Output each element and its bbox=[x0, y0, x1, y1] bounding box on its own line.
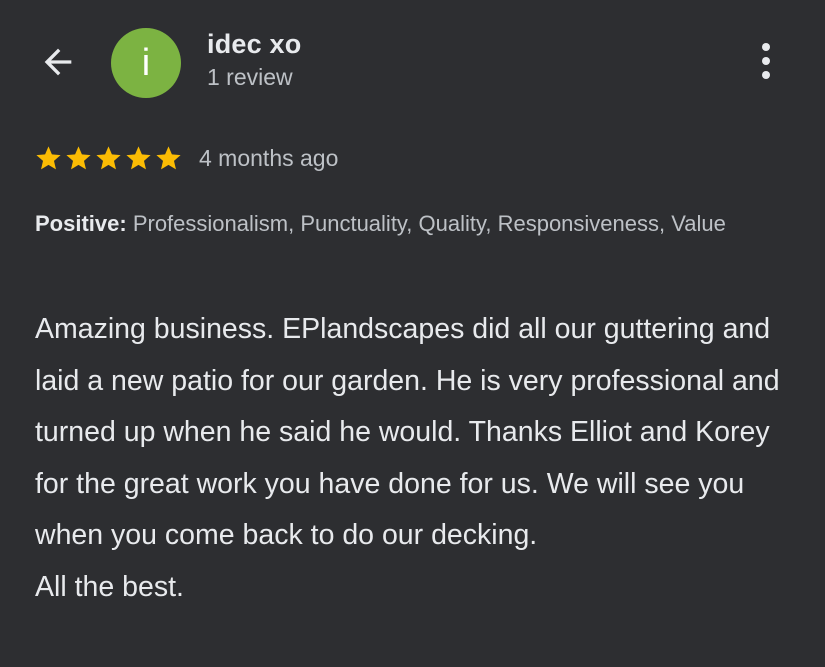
review-time: 4 months ago bbox=[199, 145, 339, 171]
review-detail-screen: i idec xo 1 review 4 months ago Positive… bbox=[0, 0, 825, 667]
back-button[interactable] bbox=[36, 40, 80, 84]
star-icon bbox=[156, 146, 181, 170]
attributes-label: Positive: bbox=[35, 211, 127, 236]
review-body: Amazing business. EPlandscapes did all o… bbox=[35, 313, 780, 603]
more-vert-icon bbox=[762, 43, 770, 51]
avatar[interactable]: i bbox=[111, 28, 181, 98]
review-count: 1 review bbox=[207, 64, 293, 90]
avatar-letter: i bbox=[141, 41, 151, 84]
arrow-back-icon bbox=[44, 48, 72, 76]
attributes-values: Professionalism, Punctuality, Quality, R… bbox=[126, 211, 726, 236]
positive-attributes: Positive: Professionalism, Punctuality, … bbox=[35, 207, 795, 241]
more-vert-icon-dot bbox=[762, 71, 770, 79]
star-icon bbox=[126, 146, 151, 170]
star-icon bbox=[36, 146, 61, 170]
rating-row: 4 months ago bbox=[34, 144, 338, 173]
more-vert-icon-dot bbox=[762, 57, 770, 65]
star-icon bbox=[66, 146, 91, 170]
more-options-button[interactable] bbox=[748, 38, 784, 84]
star-icon bbox=[96, 146, 121, 170]
star-rating bbox=[34, 144, 183, 173]
reviewer-name[interactable]: idec xo bbox=[207, 29, 301, 60]
